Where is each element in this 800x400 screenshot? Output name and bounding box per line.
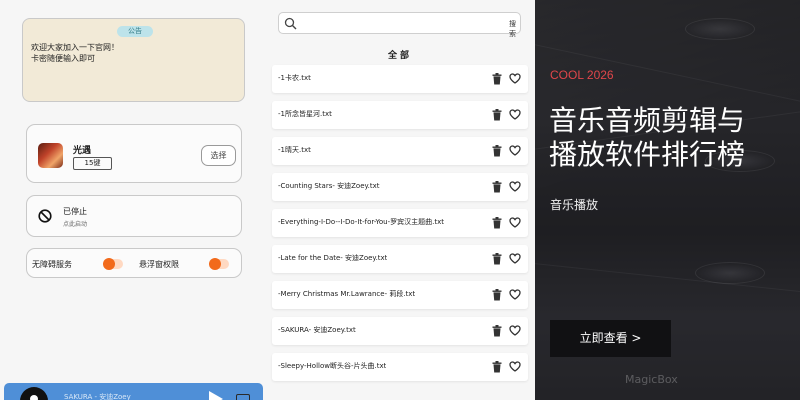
- heart-icon[interactable]: [509, 217, 521, 228]
- search-input[interactable]: [301, 16, 491, 31]
- overlay-permission-label: 悬浮窗权限: [139, 260, 179, 269]
- file-list-panel: 搜索 全部 -1卡农.txt -1所念皆星河.txt -1晴天.txt -Counti…: [265, 0, 535, 400]
- trash-icon[interactable]: [492, 109, 502, 121]
- search-bar: 搜索: [278, 12, 521, 38]
- banner-subline: 音乐播放: [550, 198, 599, 212]
- file-row[interactable]: -Merry Christmas Mr.Lawrance- 莉段.txt: [272, 281, 528, 309]
- notice-card: 公告 欢迎大家加入一下官网！ 卡密随便输入即可: [22, 18, 245, 102]
- file-row[interactable]: -1卡农.txt: [272, 65, 528, 93]
- accessibility-toggle[interactable]: [103, 258, 123, 270]
- accessibility-label: 无障碍服务: [32, 260, 72, 269]
- service-status-card[interactable]: 已停止 点此启动: [26, 195, 242, 237]
- ban-icon: [38, 209, 52, 223]
- trash-icon[interactable]: [492, 145, 502, 157]
- list-title: 全部: [387, 51, 412, 61]
- heart-icon[interactable]: [509, 361, 521, 372]
- heart-icon[interactable]: [509, 145, 521, 156]
- file-name: -1晴天.txt: [278, 146, 311, 154]
- file-name: -Sleepy-Hollow断头谷-片头曲.txt: [278, 362, 387, 370]
- heart-icon[interactable]: [509, 181, 521, 192]
- trash-icon[interactable]: [492, 325, 502, 337]
- file-row[interactable]: -1所念皆星河.txt: [272, 101, 528, 129]
- search-button[interactable]: 搜索: [509, 19, 520, 39]
- heart-icon[interactable]: [509, 325, 521, 336]
- app-name: 光遇: [73, 146, 92, 156]
- play-icon[interactable]: [209, 391, 223, 400]
- select-app-button[interactable]: 选择: [201, 145, 236, 166]
- search-icon: [284, 17, 297, 30]
- file-name: -1所念皆星河.txt: [278, 110, 332, 118]
- key-mode-badge[interactable]: 15键: [73, 157, 112, 170]
- file-name: -SAKURA- 安迪Zoey.txt: [278, 326, 356, 334]
- file-row[interactable]: -1晴天.txt: [272, 137, 528, 165]
- heart-icon[interactable]: [509, 109, 521, 120]
- file-name: -Everything-I-Do--I-Do-It-for-You-罗宾汉主题曲…: [278, 218, 444, 226]
- mini-player[interactable]: SAKURA - 安迪Zoey: [4, 383, 263, 400]
- left-panel: 公告 欢迎大家加入一下官网！ 卡密随便输入即可 光遇 15键 选择 已停止 点此…: [0, 0, 265, 400]
- file-row[interactable]: -Sleepy-Hollow断头谷-片头曲.txt: [272, 353, 528, 381]
- permission-toggles: 无障碍服务 悬浮窗权限: [26, 248, 242, 278]
- trash-icon[interactable]: [492, 289, 502, 301]
- trash-icon[interactable]: [492, 73, 502, 85]
- status-subtitle: 点此启动: [63, 221, 88, 228]
- promo-banner: COOL 2026 音乐音频剪辑与 播放软件排行榜 音乐播放 立即查看 > Ma…: [535, 0, 800, 400]
- toggle-knob: [209, 258, 221, 270]
- watermark: MagicBox: [625, 373, 678, 386]
- file-name: -Late for the Date- 安迪Zoey.txt: [278, 254, 388, 262]
- file-name: -Counting Stars- 安迪Zoey.txt: [278, 182, 380, 190]
- notice-text: 欢迎大家加入一下官网！ 卡密随便输入即可: [31, 43, 119, 63]
- heart-icon[interactable]: [509, 73, 521, 84]
- status-title: 已停止: [63, 207, 87, 216]
- view-now-button[interactable]: 立即查看 >: [550, 320, 671, 357]
- file-row[interactable]: -Counting Stars- 安迪Zoey.txt: [272, 173, 528, 201]
- playlist-icon[interactable]: [236, 394, 250, 400]
- file-row[interactable]: -Late for the Date- 安迪Zoey.txt: [272, 245, 528, 273]
- now-playing-title: SAKURA - 安迪Zoey: [64, 393, 131, 400]
- banner-tag: COOL 2026: [550, 68, 614, 82]
- banner-headline: 音乐音频剪辑与 播放软件排行榜: [549, 105, 746, 170]
- file-row[interactable]: -Everything-I-Do--I-Do-It-for-You-罗宾汉主题曲…: [272, 209, 528, 237]
- file-name: -Merry Christmas Mr.Lawrance- 莉段.txt: [278, 290, 416, 298]
- app-card: 光遇 15键 选择: [26, 124, 242, 183]
- overlay-permission-toggle[interactable]: [209, 258, 229, 270]
- trash-icon[interactable]: [492, 253, 502, 265]
- heart-icon[interactable]: [509, 289, 521, 300]
- file-row[interactable]: -SAKURA- 安迪Zoey.txt: [272, 317, 528, 345]
- file-list: -1卡农.txt -1所念皆星河.txt -1晴天.txt -Counting Sta…: [272, 65, 528, 389]
- trash-icon[interactable]: [492, 181, 502, 193]
- trash-icon[interactable]: [492, 217, 502, 229]
- heart-icon[interactable]: [509, 253, 521, 264]
- album-disc-icon: [20, 387, 48, 400]
- notice-badge: 公告: [117, 26, 153, 37]
- toggle-knob: [103, 258, 115, 270]
- app-icon: [38, 143, 63, 168]
- trash-icon[interactable]: [492, 361, 502, 373]
- file-name: -1卡农.txt: [278, 74, 311, 82]
